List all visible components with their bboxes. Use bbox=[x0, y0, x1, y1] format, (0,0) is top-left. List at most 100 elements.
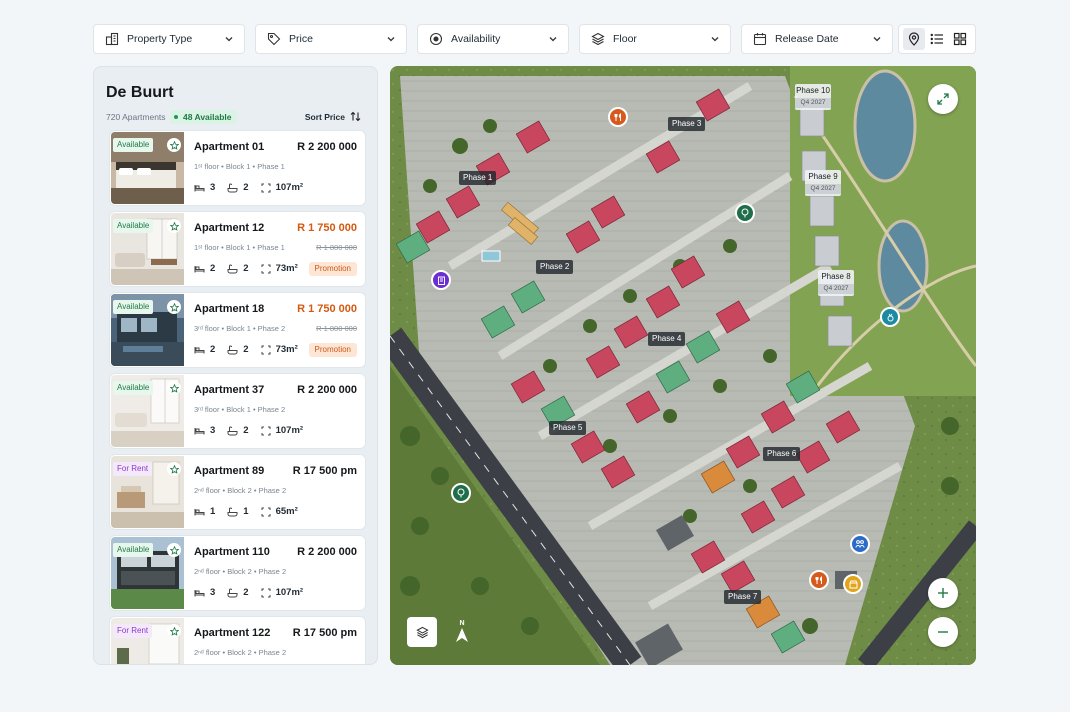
zoom-in-button[interactable] bbox=[928, 578, 958, 608]
filter-price[interactable]: Price bbox=[255, 24, 407, 54]
apartment-price: R 1 750 000 bbox=[297, 303, 357, 315]
compass-label: N bbox=[459, 620, 465, 627]
star-icon bbox=[169, 221, 179, 231]
bath-icon bbox=[227, 588, 238, 598]
apartment-features: 2 2 73m² bbox=[194, 344, 310, 355]
bedrooms: 3 bbox=[210, 425, 216, 436]
favorite-button[interactable] bbox=[167, 300, 181, 314]
sort-label: Sort Price bbox=[304, 111, 345, 122]
listing-card[interactable]: For Rent Apartment 89 R 17 500 pm 2ⁿᵈ fl… bbox=[110, 455, 365, 529]
compass: N bbox=[453, 620, 471, 646]
grid-view-button[interactable] bbox=[949, 28, 971, 50]
restaurant-icon bbox=[815, 575, 822, 584]
community-pin[interactable] bbox=[850, 534, 870, 554]
bedrooms: 3 bbox=[210, 182, 216, 193]
restaurant-pin[interactable] bbox=[608, 107, 628, 127]
floor-area: 73m² bbox=[275, 263, 298, 274]
future-phase-label[interactable]: Phase 10 Q4 2027 bbox=[795, 84, 831, 110]
status-badge: Available bbox=[113, 300, 154, 314]
bath-icon bbox=[227, 264, 238, 274]
star-icon bbox=[169, 383, 179, 393]
future-phase-date: Q4 2027 bbox=[795, 98, 831, 108]
phase-label[interactable]: Phase 5 bbox=[549, 421, 587, 435]
phase-label[interactable]: Phase 3 bbox=[668, 117, 706, 131]
area-icon bbox=[261, 183, 271, 193]
phase-label[interactable]: Phase 7 bbox=[724, 590, 762, 604]
calendar-icon bbox=[752, 31, 768, 47]
listing-list: Available Apartment 01 R 2 200 000 1ˢᵗ f… bbox=[110, 131, 365, 664]
sort-arrows-icon bbox=[350, 111, 361, 122]
school-pin[interactable] bbox=[431, 270, 451, 290]
park-pin[interactable] bbox=[735, 203, 755, 223]
listing-panel: De Buurt 720 Apartments 48 Available Sor… bbox=[93, 66, 378, 665]
apartment-location: 2ⁿᵈ floor • Block 2 • Phase 2 bbox=[194, 486, 287, 495]
bedrooms: 1 bbox=[210, 506, 216, 517]
promotion-tag: Promotion bbox=[308, 262, 357, 276]
future-phase-label[interactable]: Phase 9 Q4 2027 bbox=[805, 170, 841, 196]
favorite-button[interactable] bbox=[167, 219, 181, 233]
listing-card[interactable]: For Rent Apartment 122 R 17 500 pm 2ⁿᵈ f… bbox=[110, 617, 365, 664]
bed-icon bbox=[194, 264, 205, 274]
apartment-name: Apartment 89 bbox=[194, 465, 265, 477]
chevron-down-icon bbox=[386, 34, 396, 44]
favorite-button[interactable] bbox=[167, 543, 181, 557]
fullscreen-button[interactable] bbox=[928, 84, 958, 114]
sort-price-button[interactable]: Sort Price bbox=[305, 111, 361, 122]
apartment-features: 1 1 65m² bbox=[194, 506, 310, 517]
shop-pin[interactable] bbox=[843, 574, 863, 594]
listing-card[interactable]: Available Apartment 37 R 2 200 000 3ʳᵈ f… bbox=[110, 374, 365, 448]
area-icon bbox=[261, 426, 271, 436]
listing-card[interactable]: Available Apartment 110 R 2 200 000 2ⁿᵈ … bbox=[110, 536, 365, 610]
phase-label[interactable]: Phase 1 bbox=[459, 171, 497, 185]
phase-label[interactable]: Phase 2 bbox=[536, 260, 574, 274]
bathrooms: 2 bbox=[243, 182, 249, 193]
favorite-button[interactable] bbox=[167, 138, 181, 152]
future-phase-label[interactable]: Phase 8 Q4 2027 bbox=[818, 270, 854, 296]
filter-property-type[interactable]: Property Type bbox=[93, 24, 245, 54]
bed-icon bbox=[194, 588, 205, 598]
layers-icon bbox=[590, 31, 606, 47]
map-view-button[interactable] bbox=[902, 28, 925, 50]
grid-icon bbox=[954, 32, 967, 46]
filter-floor[interactable]: Floor bbox=[579, 24, 731, 54]
apartment-name: Apartment 18 bbox=[194, 303, 265, 315]
available-badge: 48 Available bbox=[170, 110, 237, 124]
favorite-button[interactable] bbox=[167, 381, 181, 395]
filter-label: Property Type bbox=[127, 33, 193, 45]
area-icon bbox=[261, 345, 271, 355]
apartment-name: Apartment 37 bbox=[194, 384, 265, 396]
zoom-out-button[interactable] bbox=[928, 617, 958, 647]
phase-label[interactable]: Phase 6 bbox=[763, 447, 801, 461]
apartment-price: R 1 750 000 bbox=[297, 222, 357, 234]
listing-card[interactable]: Available Apartment 12 R 1 750 000 1ˢᵗ f… bbox=[110, 212, 365, 286]
listing-card[interactable]: Available Apartment 01 R 2 200 000 1ˢᵗ f… bbox=[110, 131, 365, 205]
park-pin[interactable] bbox=[451, 483, 471, 503]
star-icon bbox=[169, 545, 179, 555]
tag-icon bbox=[266, 31, 282, 47]
filter-release-date[interactable]: Release Date bbox=[741, 24, 893, 54]
restaurant-pin[interactable] bbox=[809, 570, 829, 590]
map-layers-button[interactable] bbox=[407, 617, 437, 647]
apartment-name: Apartment 01 bbox=[194, 141, 265, 153]
listing-card[interactable]: Available Apartment 18 R 1 750 000 3ʳᵈ f… bbox=[110, 293, 365, 367]
chevron-down-icon bbox=[872, 34, 882, 44]
bathrooms: 1 bbox=[243, 506, 249, 517]
favorite-button[interactable] bbox=[167, 624, 181, 638]
star-icon bbox=[169, 302, 179, 312]
site-map[interactable]: Phase 1 Phase 2 Phase 3 Phase 4 Phase 5 … bbox=[390, 66, 976, 665]
apartment-location: 3ʳᵈ floor • Block 1 • Phase 2 bbox=[194, 324, 286, 333]
apartment-price: R 2 200 000 bbox=[297, 384, 357, 396]
filter-availability[interactable]: Availability bbox=[417, 24, 569, 54]
phase-label[interactable]: Phase 4 bbox=[648, 332, 686, 346]
bathrooms: 2 bbox=[243, 425, 249, 436]
floor-area: 65m² bbox=[275, 506, 298, 517]
list-view-button[interactable] bbox=[926, 28, 948, 50]
favorite-button[interactable] bbox=[167, 462, 181, 476]
apartment-location: 2ⁿᵈ floor • Block 2 • Phase 2 bbox=[194, 567, 287, 576]
status-badge: For Rent bbox=[113, 624, 153, 638]
chevron-down-icon bbox=[224, 34, 234, 44]
floor-area: 107m² bbox=[275, 182, 304, 193]
bed-icon bbox=[194, 507, 205, 517]
gym-pin[interactable] bbox=[880, 307, 900, 327]
apartment-location: 3ʳᵈ floor • Block 1 • Phase 2 bbox=[194, 405, 286, 414]
